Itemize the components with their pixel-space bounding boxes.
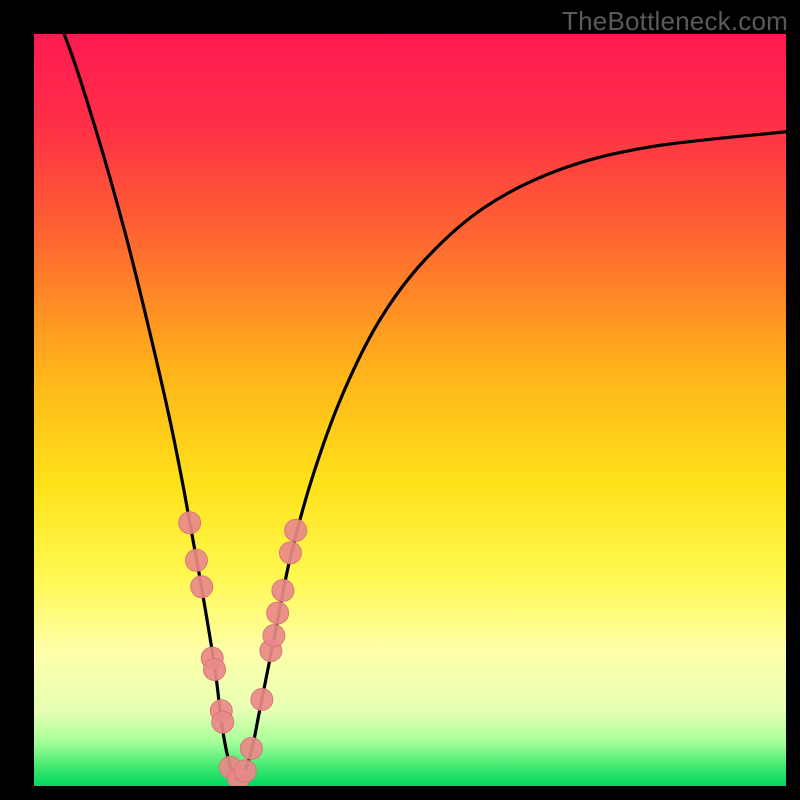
plot-area [34, 34, 786, 786]
marker-point [240, 737, 262, 759]
curve-layer [34, 34, 786, 786]
marker-point [263, 625, 285, 647]
chart-frame: TheBottleneck.com [0, 0, 800, 800]
marker-point [234, 760, 256, 782]
marker-point [185, 549, 207, 571]
marker-point [279, 542, 301, 564]
marker-point [212, 711, 234, 733]
marker-point [272, 579, 294, 601]
watermark-text: TheBottleneck.com [562, 6, 788, 37]
bottleneck-curve [34, 34, 786, 779]
marker-point [203, 658, 225, 680]
marker-point [267, 602, 289, 624]
marker-point [191, 576, 213, 598]
marker-point [285, 519, 307, 541]
marker-point [251, 689, 273, 711]
marker-point [179, 512, 201, 534]
highlighted-points [179, 512, 307, 786]
